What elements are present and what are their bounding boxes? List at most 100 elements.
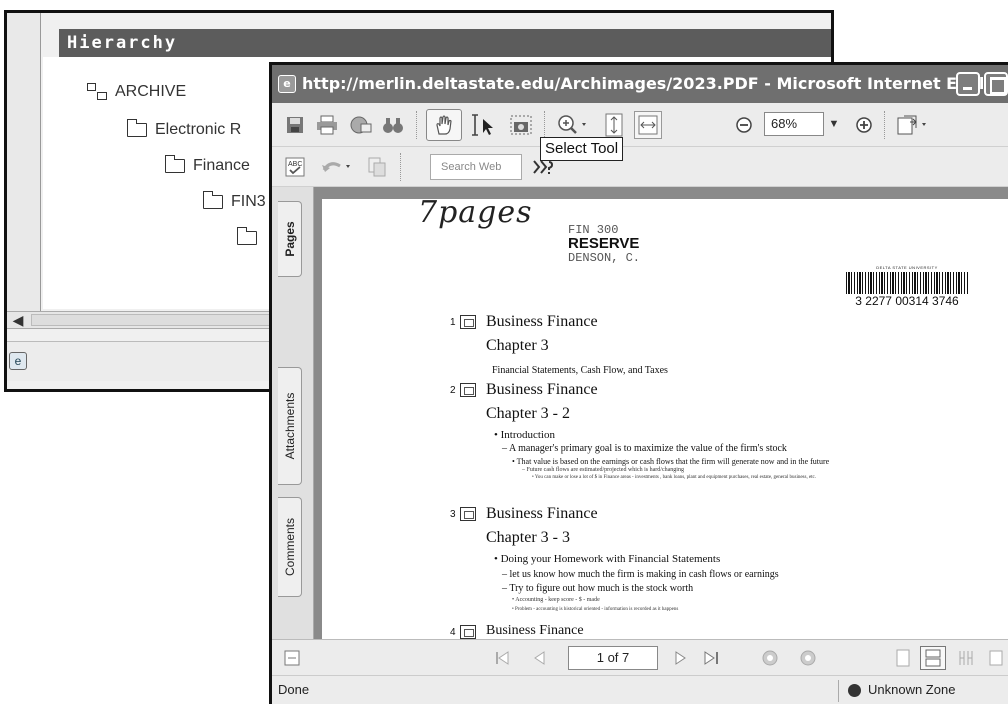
next-view-icon: [800, 650, 816, 666]
undo-button[interactable]: [318, 153, 358, 181]
single-page-icon: [896, 649, 910, 667]
hand-icon: [436, 115, 452, 135]
folder-icon: [236, 227, 257, 245]
slide-icon: [460, 507, 476, 521]
ie-page-icon: e: [9, 352, 27, 370]
page-layout-button[interactable]: [894, 111, 934, 139]
stamp-instructor: DENSON, C.: [568, 251, 641, 265]
status-text: Done: [278, 682, 310, 697]
window-title: http://merlin.deltastate.edu/Archimages/…: [302, 74, 1008, 93]
fit-page-icon: [605, 113, 623, 137]
copy-button[interactable]: [364, 153, 390, 181]
print-button[interactable]: [314, 111, 340, 139]
toolbar-separator: [884, 111, 886, 139]
search-web-input[interactable]: Search Web: [430, 154, 522, 180]
next-view-button[interactable]: [796, 646, 820, 670]
single-page-button[interactable]: [892, 646, 914, 670]
slide-line: – Future cash flows are estimated/projec…: [522, 467, 684, 473]
scrollbar-thumb[interactable]: [31, 314, 271, 326]
tab-pages[interactable]: Pages: [278, 201, 302, 277]
save-icon: [287, 117, 303, 133]
tree-item-label: FIN3: [231, 193, 266, 210]
barcode-number: 3 2277 00314 3746: [855, 294, 959, 308]
page-navigation-bar: 1 of 7: [272, 639, 1008, 675]
continuous-facing-icon: [989, 650, 1003, 666]
tree-item-label: ARCHIVE: [115, 83, 187, 100]
email-button[interactable]: [348, 111, 374, 139]
select-tool-tooltip: Select Tool: [540, 137, 624, 161]
last-page-icon: [704, 651, 718, 665]
folder-icon: [126, 119, 147, 137]
camera-icon: [510, 115, 532, 135]
print-icon: [317, 115, 337, 135]
minimize-button[interactable]: [956, 72, 980, 96]
stamp-reserve: RESERVE: [568, 235, 640, 252]
copy-icon: [368, 157, 386, 177]
tree-item-archive[interactable]: ARCHIVE: [87, 79, 186, 105]
zoom-in-icon: [856, 117, 872, 133]
pdf-page[interactable]: 7pages FIN 300 RESERVE DENSON, C. DELTA …: [322, 199, 1008, 639]
save-button[interactable]: [282, 111, 308, 139]
hand-tool-button[interactable]: [426, 109, 462, 141]
tree-item-sub1[interactable]: [236, 225, 265, 251]
tree-item-label: Electronic R: [155, 121, 242, 138]
slide-number: 2: [450, 385, 456, 396]
zoom-level-field[interactable]: 68%: [764, 112, 824, 136]
zoom-dropdown-icon[interactable]: ▼: [824, 112, 844, 136]
reserve-stamp: FIN 300 RESERVE DENSON, C.: [568, 223, 640, 265]
continuous-facing-button[interactable]: [984, 646, 1008, 670]
page-number-field[interactable]: 1 of 7: [568, 646, 658, 670]
slide-line: • You can make or lose a lot of $ in Fin…: [532, 475, 817, 480]
select-tool-button[interactable]: [466, 111, 502, 139]
left-frame: [7, 13, 41, 313]
next-page-icon: [675, 651, 686, 665]
scroll-left-icon[interactable]: ◀: [9, 313, 27, 327]
tree-item-finance[interactable]: Finance: [164, 153, 250, 179]
archive-icon: [87, 83, 107, 101]
last-page-button[interactable]: [700, 646, 724, 670]
previous-view-button[interactable]: [758, 646, 782, 670]
slide-line: – A manager's primary goal is to maximiz…: [502, 443, 787, 454]
slide-line: – Try to figure out how much is the stoc…: [502, 583, 694, 594]
slide-icon: [460, 383, 476, 397]
continuous-page-button[interactable]: [920, 646, 946, 670]
slide-title: Business Finance: [486, 313, 598, 330]
slide-title: Business Finance: [486, 381, 598, 398]
zoom-out-button[interactable]: [732, 111, 756, 139]
zoom-in-tool-button[interactable]: [554, 111, 594, 139]
next-page-button[interactable]: [668, 646, 692, 670]
hierarchy-header: Hierarchy: [59, 29, 831, 57]
facing-pages-button[interactable]: [954, 646, 978, 670]
status-divider: [838, 680, 839, 702]
secondary-toolbar: ABC Search Web: [272, 147, 1008, 187]
status-bar: Done Unknown Zone: [272, 675, 1008, 704]
tab-pages-label: Pages: [282, 221, 297, 257]
snapshot-tool-button[interactable]: [506, 111, 536, 139]
tree-item-electronic[interactable]: Electronic R: [126, 117, 242, 143]
pdf-browser-window: e http://merlin.deltastate.edu/Archimage…: [269, 62, 1008, 704]
tab-comments[interactable]: Comments: [278, 497, 302, 597]
toolbar-separator: [544, 111, 546, 139]
actual-size-button[interactable]: [600, 111, 628, 139]
previous-view-icon: [762, 650, 778, 666]
slide-subtitle: Chapter 3 - 3: [486, 529, 570, 546]
previous-page-button[interactable]: [528, 646, 552, 670]
email-globe-icon: [350, 116, 372, 134]
fit-width-button[interactable]: [634, 111, 662, 139]
spell-check-button[interactable]: ABC: [282, 153, 308, 181]
first-page-button[interactable]: [490, 646, 514, 670]
tab-comments-label: Comments: [282, 517, 297, 577]
maximize-button[interactable]: [984, 72, 1008, 96]
tab-attachments[interactable]: Attachments: [278, 367, 302, 485]
tree-item-fin3[interactable]: FIN3: [202, 189, 266, 215]
title-bar[interactable]: e http://merlin.deltastate.edu/Archimage…: [272, 65, 1008, 103]
zoom-in-button[interactable]: [852, 111, 876, 139]
undo-icon: [322, 162, 350, 172]
find-button[interactable]: [380, 111, 406, 139]
ie-icon: e: [278, 75, 296, 93]
svg-text:ABC: ABC: [288, 161, 302, 168]
slide-subtitle: Chapter 3 - 2: [486, 405, 570, 422]
slide-number: 1: [450, 317, 456, 328]
library-barcode: DELTA STATE UNIVERSITY 3 2277 00314 3746: [846, 265, 968, 311]
panel-toggle-button[interactable]: [280, 646, 304, 670]
